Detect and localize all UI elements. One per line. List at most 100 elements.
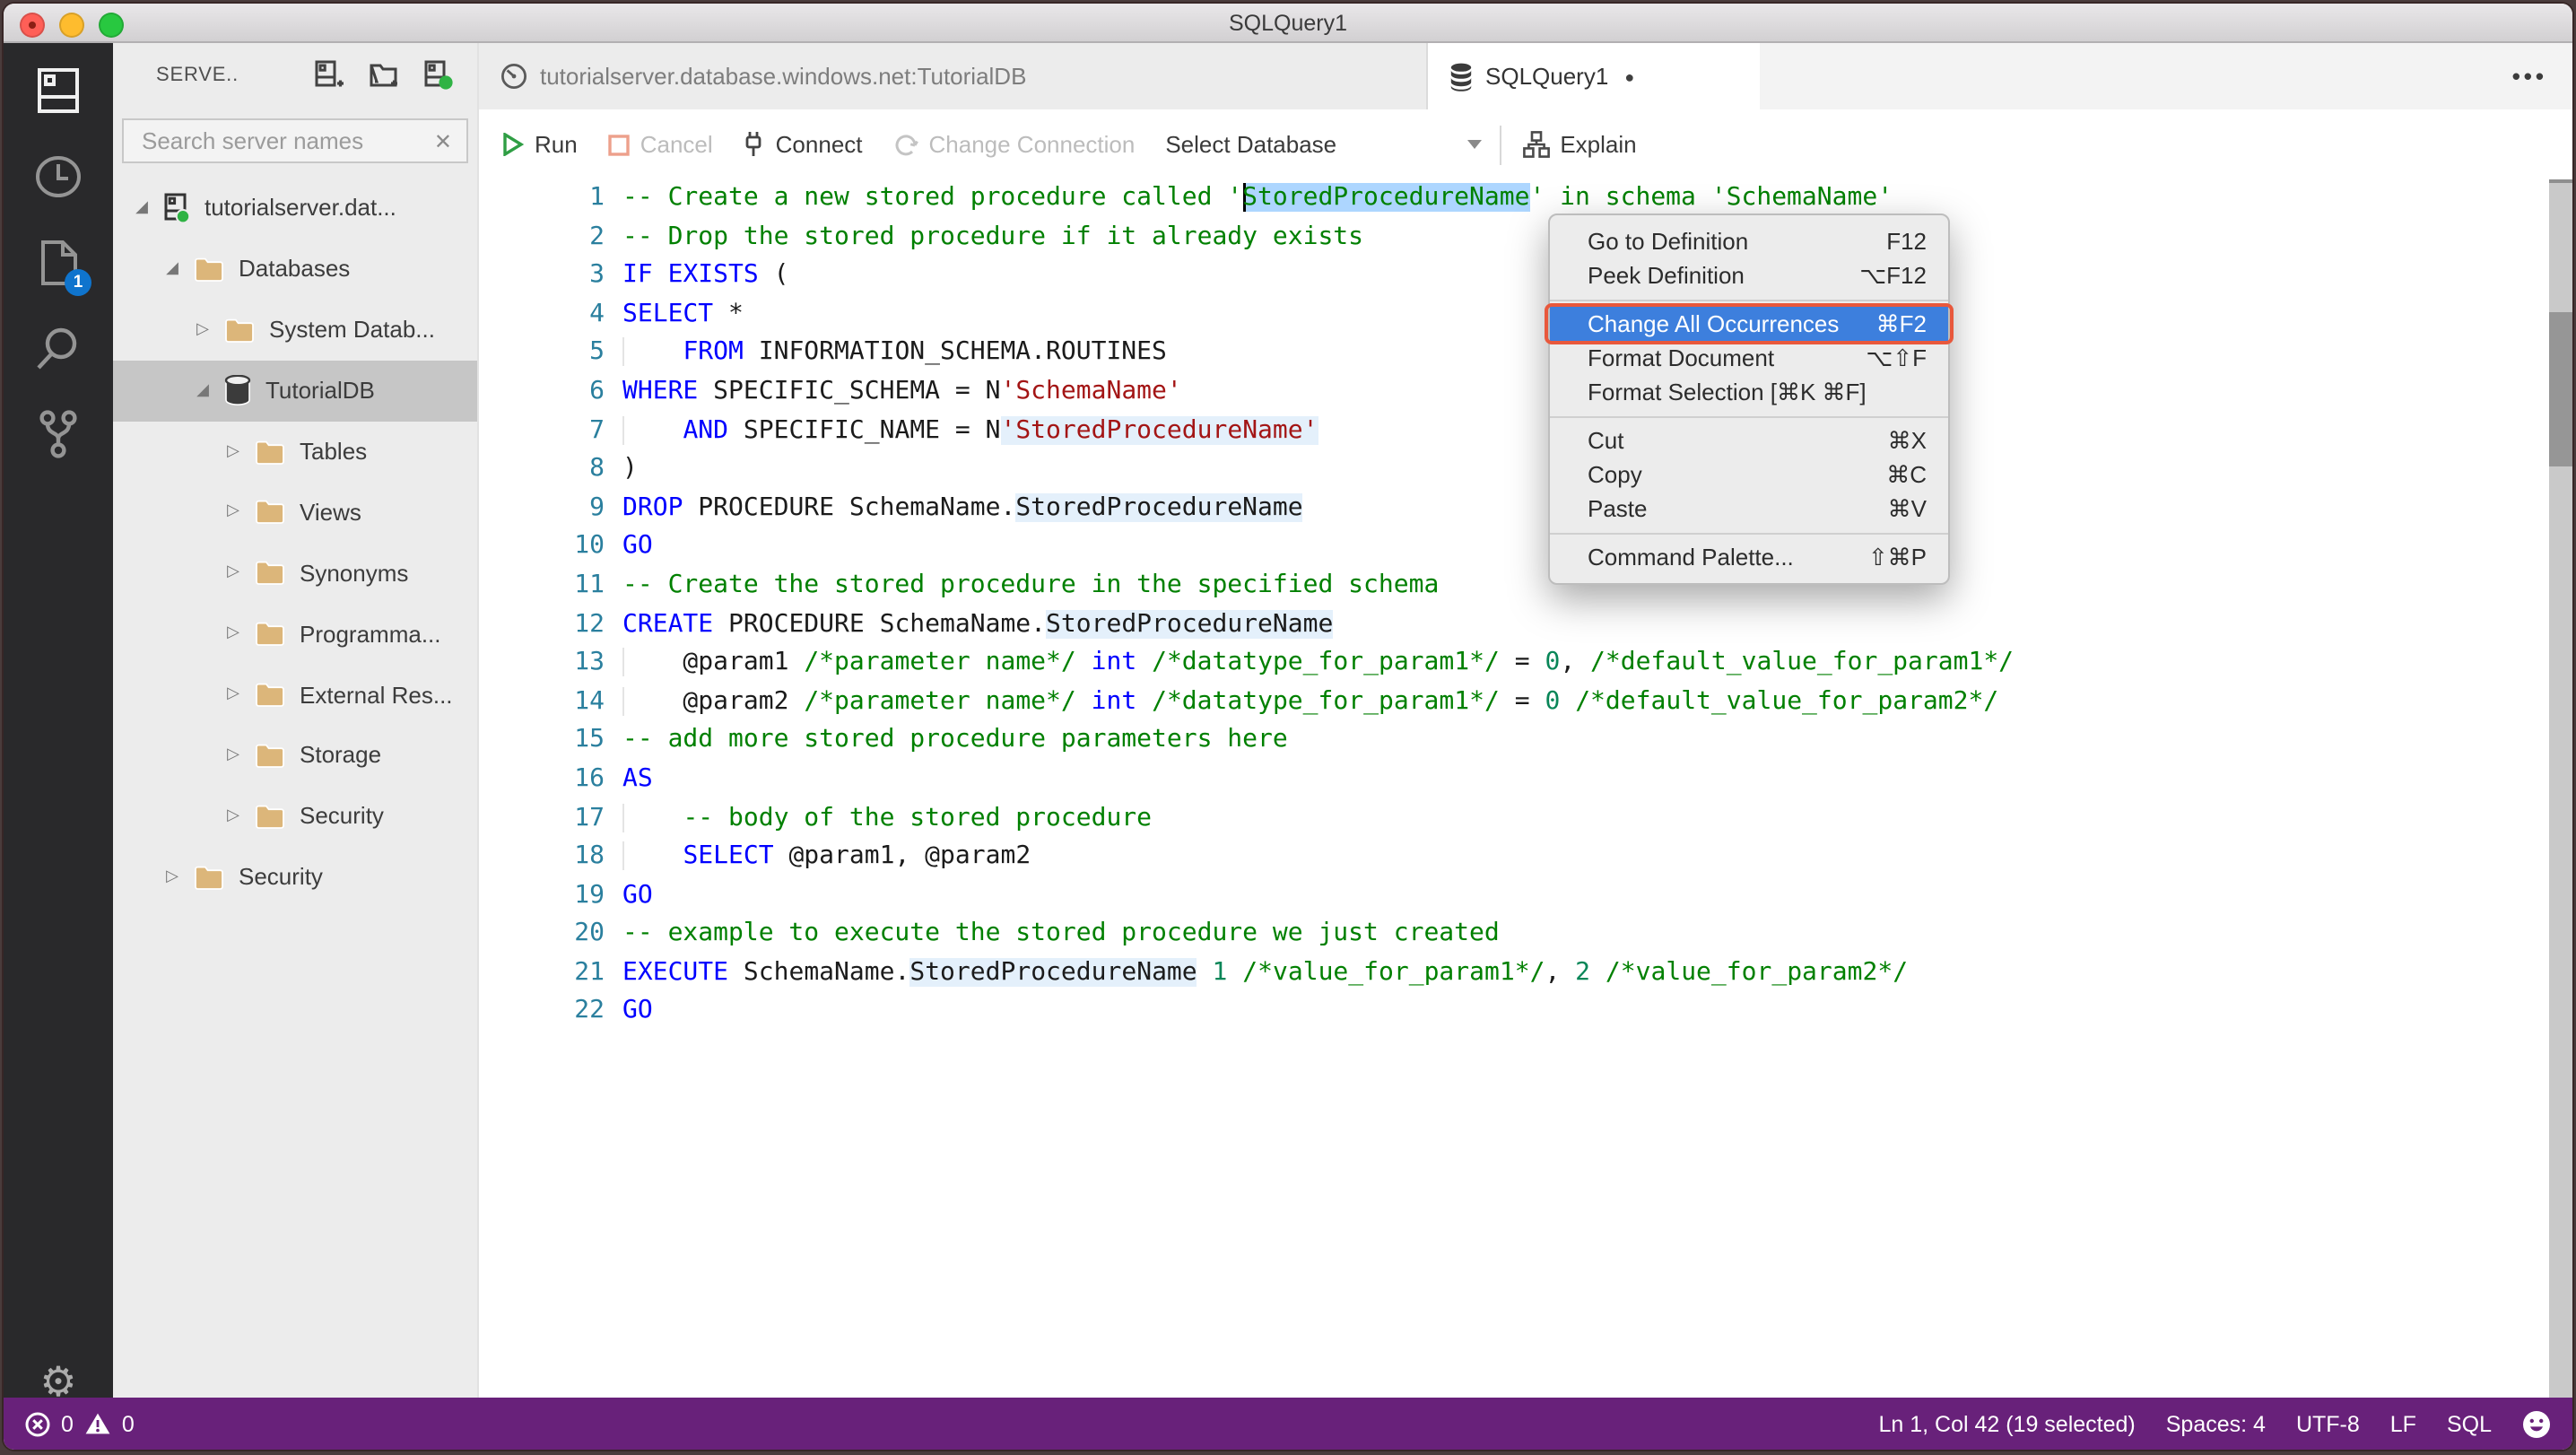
more-actions-icon[interactable]: ••• [2512, 43, 2547, 109]
query-toolbar: Run Cancel Connect Change Connection Sel… [479, 109, 2572, 179]
language-mode[interactable]: SQL [2447, 1411, 2492, 1436]
sidebar-title: SERVE.. [156, 65, 239, 86]
cancel-button[interactable]: Cancel [608, 131, 713, 158]
collapsed-twisty-icon[interactable]: ▷ [222, 564, 244, 582]
tree-item-synonyms[interactable]: ▷ Synonyms [113, 543, 477, 604]
folder-icon [224, 317, 255, 343]
menu-item-shortcut: ⌘F2 [1875, 309, 1927, 336]
connect-button[interactable]: Connect [744, 131, 863, 158]
folder-icon [194, 864, 224, 890]
select-database-dropdown[interactable]: Select Database [1165, 131, 1482, 158]
folder-icon [194, 257, 224, 282]
collapsed-twisty-icon[interactable]: ▷ [192, 320, 213, 338]
collapsed-twisty-icon[interactable]: ▷ [161, 867, 183, 885]
zoom-window-button[interactable] [99, 13, 124, 38]
tree-item-tables[interactable]: ▷ Tables [113, 421, 477, 482]
menu-item-cut[interactable]: Cut ⌘X [1550, 423, 1948, 457]
code-line-3: 3 IF EXISTS ( [479, 257, 2549, 295]
errors-icon[interactable] [25, 1411, 50, 1436]
tree-item-label: System Datab... [269, 316, 435, 344]
line-number: 15 [574, 725, 605, 754]
line-number: 20 [574, 919, 605, 948]
menu-item-format-selection-k-f[interactable]: Format Selection [⌘K ⌘F] [1550, 375, 1948, 409]
explain-button[interactable]: Explain [1522, 131, 1637, 158]
expanded-twisty-icon[interactable]: ◢ [192, 381, 213, 399]
collapsed-twisty-icon[interactable]: ▷ [222, 442, 244, 460]
code-line-17: 17 -- body of the stored procedure [479, 799, 2549, 838]
source-control-icon[interactable] [4, 398, 113, 470]
folder-icon [255, 621, 285, 647]
new-connection-icon[interactable] [314, 59, 344, 91]
open-editors-icon[interactable]: 1 [4, 226, 113, 298]
tab-sqlquery1[interactable]: SQLQuery1 ● [1428, 43, 1760, 109]
new-server-group-icon[interactable] [368, 59, 400, 91]
tree-item-external-res-[interactable]: ▷ External Res... [113, 664, 477, 725]
menu-item-paste[interactable]: Paste ⌘V [1550, 492, 1948, 526]
collapsed-twisty-icon[interactable]: ▷ [222, 685, 244, 703]
menu-item-peek-definition[interactable]: Peek Definition ⌥F12 [1550, 258, 1948, 292]
code-line-5: 5 FROM INFORMATION_SCHEMA.ROUTINES [479, 335, 2549, 373]
code-line-10: 10 GO [479, 528, 2549, 567]
tree-item-views[interactable]: ▷ Views [113, 482, 477, 543]
line-number: 11 [574, 570, 605, 599]
menu-item-go-to-definition[interactable]: Go to Definition F12 [1550, 224, 1948, 258]
search-icon[interactable] [4, 312, 113, 384]
tree-item-security[interactable]: ▷ Security [113, 847, 477, 908]
error-count[interactable]: 0 [61, 1411, 74, 1436]
editor-scrollbar[interactable] [2549, 179, 2572, 1398]
feedback-smiley-icon[interactable] [2522, 1409, 2551, 1438]
minimize-window-button[interactable] [59, 13, 84, 38]
collapsed-twisty-icon[interactable]: ▷ [222, 807, 244, 825]
collapsed-twisty-icon[interactable]: ▷ [222, 503, 244, 521]
close-window-button[interactable] [20, 13, 45, 38]
expanded-twisty-icon[interactable]: ◢ [131, 199, 152, 217]
menu-item-format-document[interactable]: Format Document ⌥⇧F [1550, 341, 1948, 375]
folder-icon [255, 743, 285, 768]
warning-count[interactable]: 0 [122, 1411, 135, 1436]
db-icon [224, 375, 251, 406]
tree-item-tutorialdb[interactable]: ◢ TutorialDB [113, 360, 477, 422]
line-number: 6 [589, 376, 605, 405]
cursor-position[interactable]: Ln 1, Col 42 (19 selected) [1878, 1411, 2135, 1436]
tree-item-storage[interactable]: ▷ Storage [113, 725, 477, 786]
occurrence-highlight: StoredProcedureName [1046, 609, 1334, 639]
server-tree: ◢ tutorialserver.dat... ◢ Databases ▷ System … [113, 178, 477, 907]
indentation-setting[interactable]: Spaces: 4 [2166, 1411, 2266, 1436]
menu-item-command-palette[interactable]: Command Palette... ⇧⌘P [1550, 540, 1948, 574]
menu-separator [1550, 299, 1948, 301]
warnings-icon[interactable] [84, 1412, 111, 1435]
line-number: 13 [574, 648, 605, 677]
run-button[interactable]: Run [502, 131, 578, 158]
clear-search-icon[interactable]: ✕ [434, 128, 452, 153]
tree-item-system-datab-[interactable]: ▷ System Datab... [113, 300, 477, 361]
tab-server-dashboard[interactable]: tutorialserver.database.windows.net:Tuto… [479, 43, 1428, 109]
task-history-icon[interactable] [4, 140, 113, 212]
code-line-4: 4 SELECT * [479, 296, 2549, 335]
tree-item-programma-[interactable]: ▷ Programma... [113, 603, 477, 664]
change-connection-button[interactable]: Change Connection [893, 131, 1135, 158]
code-line-21: 21 EXECUTE SchemaName.StoredProcedureName… [479, 954, 2549, 993]
menu-item-shortcut: ⌘V [1887, 494, 1927, 521]
code-line-19: 19 GO [479, 876, 2549, 915]
scrollbar-thumb[interactable] [2549, 312, 2572, 466]
code-editor[interactable]: 1 -- Create a new stored procedure called… [479, 179, 2549, 1398]
code-line-22: 22 GO [479, 993, 2549, 1032]
collapsed-twisty-icon[interactable]: ▷ [222, 624, 244, 642]
menu-item-shortcut: ⌥F12 [1859, 261, 1927, 288]
selected-text: StoredProcedureName [1242, 183, 1530, 212]
tree-item-tutorialserver-dat-[interactable]: ◢ tutorialserver.dat... [113, 178, 477, 239]
explain-icon [1522, 131, 1550, 158]
dirty-indicator-icon[interactable]: ● [1624, 67, 1634, 85]
menu-item-change-all-occurrences[interactable]: Change All Occurrences ⌘F2 [1545, 303, 1954, 344]
menu-item-label: Go to Definition [1588, 228, 1749, 255]
servers-icon[interactable] [4, 54, 113, 126]
eol-setting[interactable]: LF [2390, 1411, 2416, 1436]
collapsed-twisty-icon[interactable]: ▷ [222, 746, 244, 764]
active-connections-icon[interactable] [423, 59, 454, 91]
menu-item-copy[interactable]: Copy ⌘C [1550, 457, 1948, 492]
tree-item-security[interactable]: ▷ Security [113, 786, 477, 847]
expanded-twisty-icon[interactable]: ◢ [161, 260, 183, 278]
tree-item-databases[interactable]: ◢ Databases [113, 239, 477, 300]
server-search-input[interactable] [138, 126, 427, 156]
encoding-setting[interactable]: UTF-8 [2296, 1411, 2360, 1436]
